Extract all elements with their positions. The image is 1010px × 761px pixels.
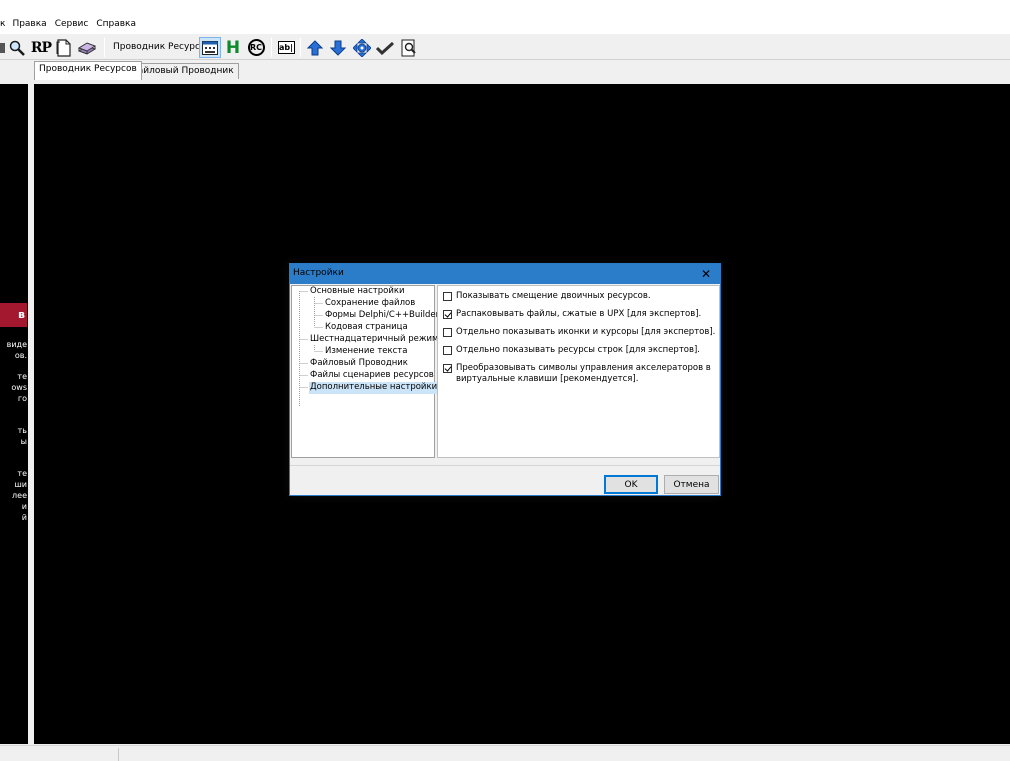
option-label-block: Преобразовывать символы управления аксел… <box>456 363 711 385</box>
rc-button[interactable]: RC <box>246 37 266 58</box>
option-label: Распаковывать файлы, сжатые в UPX [для э… <box>456 309 702 319</box>
toolbar-separator <box>104 38 105 57</box>
text-edit-button[interactable]: ab| <box>276 37 296 58</box>
left-text-block-4: те ши лее и й <box>0 468 28 523</box>
checkbox-convert-accelerators[interactable] <box>443 364 452 373</box>
tree-item-text-editing[interactable]: Изменение текста <box>324 346 408 358</box>
explorer-tabs: Проводник Ресурсов Файловый Проводник <box>0 60 1010 80</box>
checkbox-string-resources[interactable] <box>443 346 452 355</box>
option-label: Отдельно показывать иконки и курсоры [дл… <box>456 327 716 337</box>
left-red-banner: в <box>0 303 27 327</box>
left-text-line: ows <box>11 383 27 392</box>
four-arrows-icon <box>353 38 371 57</box>
checkbox-show-binary-offset[interactable] <box>443 292 452 301</box>
tree-item-resource-scripts[interactable]: Файлы сценариев ресурсов <box>309 370 435 382</box>
dialog-grid-icon <box>202 40 218 55</box>
tree-item-file-explorer[interactable]: Файловый Проводник <box>309 358 409 370</box>
options-panel: Показывать смещение двоичных ресурсов. Р… <box>437 285 720 458</box>
option-string-resources[interactable]: Отдельно показывать ресурсы строк [для э… <box>443 345 700 356</box>
arrow-down-icon <box>330 40 346 56</box>
h-icon: H <box>225 37 241 58</box>
left-text-block-2: те ows го <box>0 371 28 404</box>
left-text-line: ши <box>14 480 27 489</box>
tree-item-delphi-forms[interactable]: Формы Delphi/C++Builder <box>324 310 440 322</box>
left-text-line: ы <box>20 437 27 446</box>
left-panel: в виде ов. те ows го ть ы те ши лее и й <box>0 84 28 744</box>
move-all-button[interactable] <box>352 37 372 58</box>
toolbar-separator <box>271 38 272 57</box>
ok-button[interactable]: OK <box>604 475 658 494</box>
left-text-line: виде <box>6 340 27 349</box>
cut-off-icon <box>0 42 5 53</box>
move-up-button[interactable] <box>306 37 324 58</box>
checkbox-unpack-upx[interactable] <box>443 310 452 319</box>
window-titlebar <box>0 0 1010 14</box>
check-button[interactable] <box>375 37 395 58</box>
dialog-divider <box>290 465 720 466</box>
book-icon <box>78 41 96 55</box>
option-convert-accelerators[interactable]: Преобразовывать символы управления аксел… <box>443 363 711 385</box>
tree-item-general[interactable]: Основные настройки <box>309 286 406 298</box>
left-text-line: лее <box>12 491 27 500</box>
left-text-line: те <box>17 469 27 478</box>
option-icons-cursors[interactable]: Отдельно показывать иконки и курсоры [дл… <box>443 327 715 338</box>
tree-item-codepage[interactable]: Кодовая страница <box>324 322 409 334</box>
rc-icon: RC <box>247 39 265 56</box>
move-down-button[interactable] <box>329 37 347 58</box>
left-text-line: ов. <box>14 351 27 360</box>
left-text-line: и <box>21 502 27 511</box>
document-search-icon <box>401 39 416 56</box>
preview-button[interactable] <box>399 37 419 58</box>
settings-tree: Основные настройки Сохранение файлов Фор… <box>291 285 439 458</box>
left-text-block-1: виде ов. <box>0 339 28 361</box>
tab-resources-explorer[interactable]: Проводник Ресурсов <box>34 61 142 80</box>
checkbox-icons-cursors[interactable] <box>443 328 452 337</box>
dialog-titlebar[interactable]: Настройки ✕ <box>290 264 720 284</box>
arrow-up-icon <box>307 39 323 55</box>
option-unpack-upx[interactable]: Распаковывать файлы, сжатые в UPX [для э… <box>443 309 701 320</box>
status-bar <box>0 745 1010 761</box>
menu-bar: к Правка Сервис Справка <box>0 14 1010 33</box>
option-show-binary-offset[interactable]: Показывать смещение двоичных ресурсов. <box>443 291 651 302</box>
toolbar: RP Проводник Ресурсов: H RC ab| <box>0 33 1010 60</box>
tree-item-saving-files[interactable]: Сохранение файлов <box>324 298 416 310</box>
checkmark-icon <box>376 41 394 55</box>
left-text-line: те <box>17 372 27 381</box>
text-field-icon: ab| <box>277 41 295 54</box>
rp-icon: RP <box>30 39 52 56</box>
magnifier-icon <box>9 40 25 56</box>
settings-dialog: Настройки ✕ Основные настройки Сохранени… <box>289 263 721 496</box>
tree-item-advanced[interactable]: Дополнительные настройки <box>309 382 439 394</box>
dialog-title: Настройки <box>293 268 344 278</box>
close-icon[interactable]: ✕ <box>698 266 714 282</box>
tree-item-hex-mode[interactable]: Шестнадцатеричный режим <box>309 334 439 346</box>
status-separator <box>118 748 119 761</box>
h-button[interactable]: H <box>224 37 242 58</box>
left-text-line: го <box>17 394 27 403</box>
option-label: Показывать смещение двоичных ресурсов. <box>456 291 651 301</box>
cancel-button[interactable]: Отмена <box>664 475 719 494</box>
tab-file-explorer[interactable]: Файловый Проводник <box>125 63 239 79</box>
menu-item-edit[interactable]: Правка <box>8 19 50 29</box>
menu-item-service[interactable]: Сервис <box>51 19 93 29</box>
left-text-line: й <box>21 513 27 522</box>
partial-toolbar-icon[interactable] <box>0 37 6 58</box>
resources-view-button[interactable] <box>199 37 221 58</box>
document-icon <box>56 38 71 57</box>
book-button[interactable] <box>77 37 97 58</box>
menu-item-file-partial[interactable]: к <box>0 19 8 29</box>
left-text-line: ть <box>17 426 27 435</box>
find-button[interactable] <box>8 37 26 58</box>
document-button[interactable] <box>55 37 73 58</box>
option-label-line2: виртуальные клавиши [рекомендуется]. <box>456 374 639 384</box>
option-label: Отдельно показывать ресурсы строк [для э… <box>456 345 701 355</box>
toolbar-separator <box>300 38 301 57</box>
menu-item-help[interactable]: Справка <box>92 19 140 29</box>
rp-button[interactable]: RP <box>30 37 52 58</box>
left-text-block-3: ть ы <box>0 425 28 447</box>
option-label: Преобразовывать символы управления аксел… <box>456 363 711 373</box>
